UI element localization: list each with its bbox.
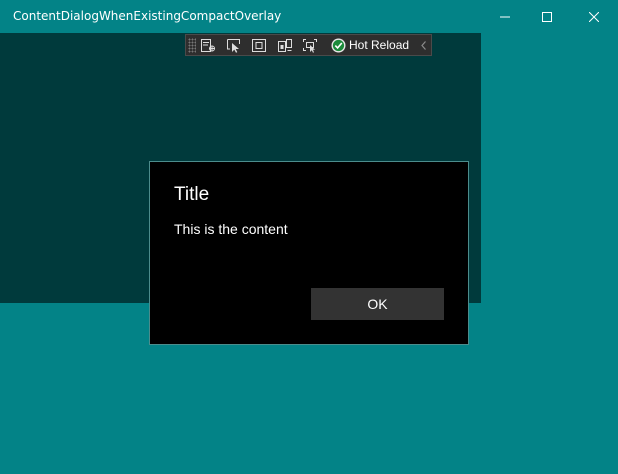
dialog-title: Title	[174, 184, 210, 205]
content-dialog: Title This is the content OK	[149, 161, 469, 345]
binding-failures-icon	[303, 39, 317, 53]
window-title: ContentDialogWhenExistingCompactOverlay	[13, 9, 282, 23]
maximize-button[interactable]	[524, 0, 570, 33]
close-button[interactable]	[571, 0, 617, 33]
hot-reload-toolbar: Hot Reload	[185, 34, 432, 56]
check-circle-icon	[331, 38, 346, 53]
live-visual-tree-button[interactable]	[199, 37, 217, 54]
dialog-content: This is the content	[174, 221, 288, 237]
track-focus-button[interactable]	[276, 37, 294, 54]
track-focus-icon	[278, 39, 292, 52]
close-icon	[589, 11, 599, 22]
hot-reload-label[interactable]: Hot Reload	[349, 38, 409, 52]
toolbar-grip[interactable]	[188, 38, 196, 53]
binding-failures-button[interactable]	[301, 37, 319, 54]
live-visual-tree-icon	[201, 39, 215, 52]
maximize-icon	[542, 11, 552, 22]
select-element-button[interactable]	[225, 37, 243, 54]
display-layout-adorners-icon	[252, 39, 266, 52]
ok-button[interactable]: OK	[311, 288, 444, 320]
minimize-button[interactable]	[482, 0, 528, 33]
display-layout-adorners-button[interactable]	[250, 37, 268, 54]
minimize-icon	[500, 16, 510, 17]
title-bar[interactable]: ContentDialogWhenExistingCompactOverlay	[0, 0, 618, 33]
select-element-icon	[227, 39, 240, 53]
chevron-left-icon[interactable]	[419, 39, 429, 52]
